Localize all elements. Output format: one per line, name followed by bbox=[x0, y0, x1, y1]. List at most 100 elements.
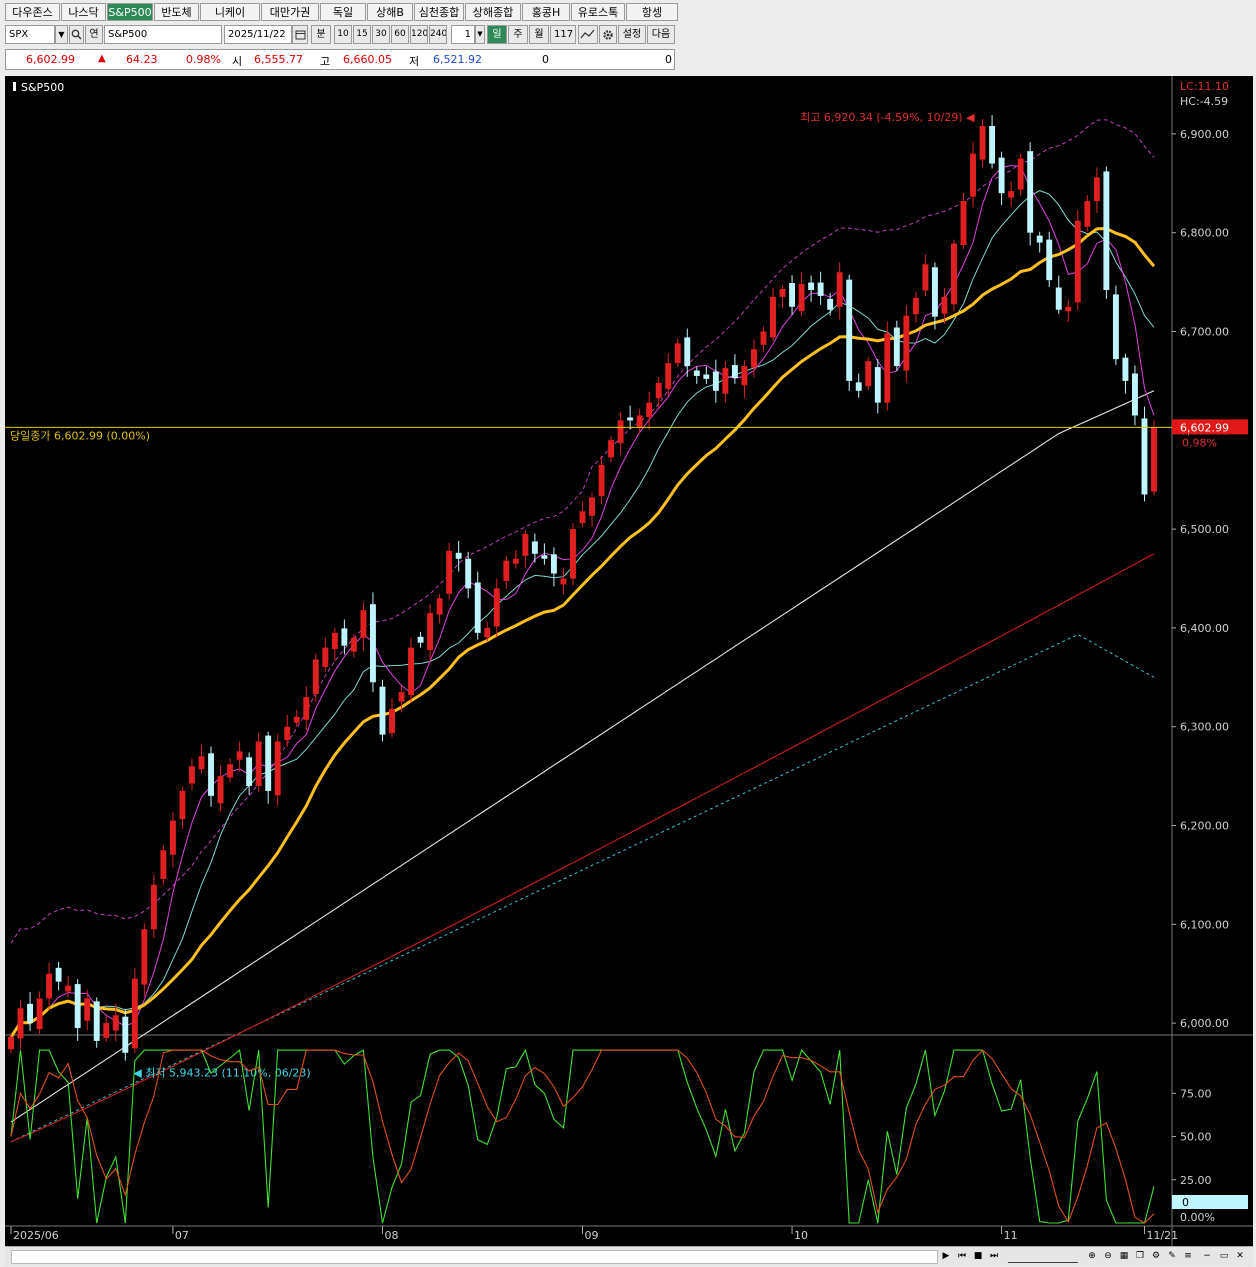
candle-body bbox=[1036, 235, 1043, 243]
candle-body bbox=[484, 627, 491, 638]
candle-body bbox=[884, 333, 891, 403]
symbol-name-field[interactable]: S&P500 bbox=[104, 25, 222, 44]
period-button-30[interactable]: 30 bbox=[372, 25, 390, 44]
chart-area[interactable]: 당일종가 6,602.99 (0.00%) S&P500 6,900.00 6,800… bbox=[5, 76, 1253, 1246]
candle-body bbox=[798, 284, 805, 312]
candle-body bbox=[255, 741, 262, 786]
calendar-icon[interactable] bbox=[292, 25, 308, 44]
tab-6[interactable]: 독일 bbox=[320, 3, 366, 21]
grid-icon[interactable]: ▦ bbox=[1117, 1249, 1131, 1263]
multiplier-field[interactable]: 1 bbox=[451, 25, 475, 44]
candle-body bbox=[1074, 220, 1081, 303]
date-field[interactable]: 2025/11/22 bbox=[224, 25, 292, 44]
candle-body bbox=[1131, 373, 1138, 416]
copy-icon[interactable]: ❐ bbox=[1133, 1249, 1147, 1263]
zoom-slider[interactable] bbox=[1008, 1250, 1078, 1263]
list-icon[interactable]: ≡ bbox=[1181, 1249, 1195, 1263]
tab-4[interactable]: 니케이 bbox=[200, 3, 260, 21]
zoom-in-icon[interactable]: ⊕ bbox=[1085, 1249, 1099, 1263]
candle-body bbox=[17, 1008, 24, 1039]
restore-icon[interactable]: ▭ bbox=[1217, 1249, 1231, 1263]
tab-10[interactable]: 홍콩H bbox=[522, 3, 570, 21]
stop-icon[interactable]: ■ bbox=[971, 1249, 985, 1263]
tab-3[interactable]: 반도체 bbox=[154, 3, 199, 21]
x-tick-label: 2025/06 bbox=[13, 1229, 59, 1242]
candle-body bbox=[179, 790, 186, 820]
hc-label: HC:-4.59 bbox=[1180, 95, 1228, 108]
candle-body bbox=[369, 604, 376, 683]
week-button[interactable]: 주 bbox=[508, 25, 528, 44]
series-marker-icon bbox=[13, 82, 16, 91]
up-arrow-icon: ▲ bbox=[98, 53, 106, 64]
tab-0[interactable]: 다우존스 bbox=[5, 3, 60, 21]
chart-scrollbar[interactable] bbox=[11, 1250, 938, 1264]
multiplier-dropdown-icon[interactable]: ▼ bbox=[475, 25, 485, 44]
candle-body bbox=[770, 296, 776, 338]
tab-2[interactable]: S&P500 bbox=[107, 3, 153, 21]
period-button-240[interactable]: 240 bbox=[429, 25, 447, 44]
period-button-120[interactable]: 120 bbox=[410, 25, 428, 44]
candle-body bbox=[693, 370, 700, 376]
link-toggle-button[interactable]: 연 bbox=[85, 25, 103, 44]
candle-body bbox=[65, 985, 72, 992]
zoom-out-icon[interactable]: ⊖ bbox=[1101, 1249, 1115, 1263]
day-button[interactable]: 일 bbox=[487, 25, 507, 44]
volume-value: 0 bbox=[542, 53, 549, 66]
candle-body bbox=[474, 582, 481, 633]
tab-1[interactable]: 나스닥 bbox=[61, 3, 106, 21]
rewind-icon[interactable]: ⏮ bbox=[955, 1249, 969, 1263]
minute-unit-button[interactable]: 분 bbox=[311, 25, 331, 44]
tab-12[interactable]: 항셍 bbox=[626, 3, 678, 21]
candle-body bbox=[379, 686, 386, 735]
candle-body bbox=[970, 153, 976, 197]
candle-body bbox=[208, 753, 214, 796]
candle-body bbox=[579, 511, 586, 524]
period-button-60[interactable]: 60 bbox=[391, 25, 409, 44]
candle-body bbox=[246, 757, 253, 786]
text-icon[interactable]: ✎ bbox=[1165, 1249, 1179, 1263]
month-button[interactable]: 월 bbox=[529, 25, 549, 44]
minimize-icon[interactable]: − bbox=[1200, 1249, 1214, 1263]
tab-5[interactable]: 대만가권 bbox=[261, 3, 319, 21]
tab-9[interactable]: 상해종합 bbox=[465, 3, 521, 21]
candle-body bbox=[408, 647, 415, 696]
candle-body bbox=[1065, 306, 1072, 312]
close-icon[interactable]: ✕ bbox=[1233, 1249, 1247, 1263]
period-button-10[interactable]: 10 bbox=[334, 25, 352, 44]
candle-body bbox=[36, 998, 43, 1030]
candle-body bbox=[836, 272, 843, 307]
quote-bar: 6,602.99 ▲ 64.23 0.98% 시 6,555.77 고 6,66… bbox=[5, 49, 675, 70]
candle-body bbox=[598, 464, 605, 496]
period-button-15[interactable]: 15 bbox=[353, 25, 371, 44]
lower-band-line bbox=[10, 633, 1155, 1143]
chart-title: S&P500 bbox=[21, 81, 64, 94]
next-button[interactable]: 다음 bbox=[647, 25, 675, 44]
gear-icon[interactable] bbox=[599, 25, 617, 44]
x-tick-label: 11 bbox=[1004, 1229, 1018, 1242]
candle-body bbox=[541, 555, 548, 559]
ma120-line bbox=[10, 553, 1155, 1143]
candle-body bbox=[531, 541, 538, 554]
settings-button[interactable]: 설정 bbox=[618, 25, 646, 44]
candle-body bbox=[8, 1036, 14, 1050]
symbol-code-field[interactable]: SPX bbox=[5, 25, 55, 44]
candle-body bbox=[779, 289, 786, 297]
tool-icon[interactable]: ⚙ bbox=[1149, 1249, 1163, 1263]
candle-body bbox=[169, 820, 176, 855]
candle-body bbox=[646, 402, 653, 417]
candle-body bbox=[608, 440, 615, 458]
count-field[interactable]: 117 bbox=[550, 25, 576, 44]
candle-body bbox=[465, 558, 472, 589]
fast-forward-icon[interactable]: ⏭ bbox=[987, 1249, 1001, 1263]
play-icon[interactable]: ▶ bbox=[939, 1249, 953, 1263]
tab-11[interactable]: 유로스톡 bbox=[571, 3, 625, 21]
tab-8[interactable]: 심천종합 bbox=[414, 3, 464, 21]
symbol-dropdown-icon[interactable]: ▼ bbox=[55, 25, 68, 44]
candle-body bbox=[703, 374, 710, 379]
price-chart-svg[interactable]: 당일종가 6,602.99 (0.00%) S&P500 6,900.00 6,800… bbox=[5, 76, 1253, 1246]
search-icon[interactable] bbox=[69, 25, 84, 44]
open-label: 시 bbox=[232, 55, 243, 68]
tab-7[interactable]: 상해B bbox=[367, 3, 413, 21]
chart-tool-icon[interactable] bbox=[578, 25, 598, 44]
candle-body bbox=[427, 613, 434, 651]
